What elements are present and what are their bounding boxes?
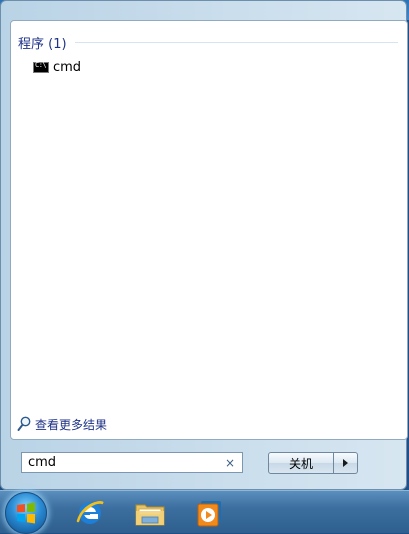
windows-logo-icon bbox=[17, 502, 35, 524]
group-divider bbox=[74, 41, 398, 43]
results-group-header: 程序 (1) bbox=[18, 33, 398, 52]
taskbar-windows-explorer[interactable] bbox=[130, 495, 170, 531]
taskbar bbox=[0, 490, 409, 534]
windows-explorer-icon bbox=[135, 504, 165, 526]
arrow-right-icon bbox=[343, 459, 348, 467]
clear-search-icon[interactable]: × bbox=[222, 456, 238, 470]
internet-explorer-icon bbox=[76, 501, 104, 524]
start-menu: 程序 (1) cmd 查看更多结果 × 关机 bbox=[0, 0, 408, 490]
shutdown-button[interactable]: 关机 bbox=[268, 452, 334, 474]
media-player-icon bbox=[197, 501, 221, 527]
search-input[interactable] bbox=[22, 453, 222, 472]
taskbar-media-player[interactable] bbox=[190, 495, 230, 531]
see-more-results-link[interactable]: 查看更多结果 bbox=[17, 415, 107, 433]
taskbar-internet-explorer[interactable] bbox=[70, 495, 110, 531]
cmd-icon bbox=[33, 61, 49, 73]
shutdown-split-button: 关机 bbox=[268, 452, 358, 474]
result-item-label: cmd bbox=[53, 59, 82, 75]
magnifier-icon bbox=[17, 416, 31, 431]
start-orb[interactable] bbox=[5, 492, 47, 534]
shutdown-options-button[interactable] bbox=[334, 452, 358, 474]
search-box[interactable]: × bbox=[21, 452, 243, 473]
see-more-label: 查看更多结果 bbox=[35, 417, 108, 432]
search-results-panel: 程序 (1) cmd 查看更多结果 bbox=[10, 20, 408, 440]
result-item-cmd[interactable]: cmd bbox=[29, 57, 85, 77]
results-group-title: 程序 (1) bbox=[18, 36, 67, 52]
